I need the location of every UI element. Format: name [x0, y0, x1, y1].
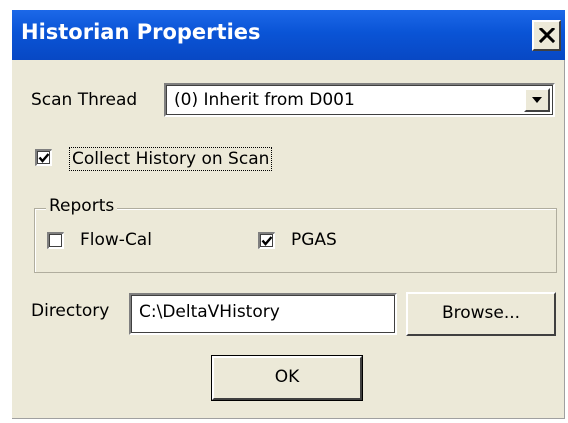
scan-thread-dropdown-button[interactable]: [524, 88, 550, 112]
scan-thread-value: (0) Inherit from D001: [174, 90, 355, 110]
directory-input[interactable]: C:\DeltaVHistory: [129, 293, 397, 335]
scan-thread-label: Scan Thread: [31, 90, 138, 110]
title-bar[interactable]: Historian Properties: [12, 10, 565, 60]
collect-history-checkbox[interactable]: [35, 149, 52, 166]
collect-history-label[interactable]: Collect History on Scan: [69, 147, 273, 171]
reports-legend: Reports: [46, 196, 118, 216]
pgas-label[interactable]: PGAS: [291, 230, 337, 250]
scan-thread-select[interactable]: (0) Inherit from D001: [164, 83, 555, 117]
pgas-checkbox[interactable]: [258, 232, 275, 249]
close-button[interactable]: [532, 20, 561, 51]
historian-properties-dialog: Historian Properties Scan Thread (0) Inh…: [12, 10, 565, 419]
chevron-down-icon: [532, 97, 542, 103]
window-title: Historian Properties: [21, 20, 261, 44]
browse-button[interactable]: Browse...: [406, 292, 556, 336]
checkmark-icon: [261, 236, 273, 246]
flow-cal-checkbox[interactable]: [47, 232, 64, 249]
ok-button[interactable]: OK: [211, 355, 363, 401]
close-icon: [539, 28, 555, 43]
directory-label: Directory: [31, 301, 110, 321]
flow-cal-label[interactable]: Flow-Cal: [80, 230, 152, 250]
directory-value: C:\DeltaVHistory: [139, 302, 280, 322]
checkmark-icon: [38, 153, 50, 163]
